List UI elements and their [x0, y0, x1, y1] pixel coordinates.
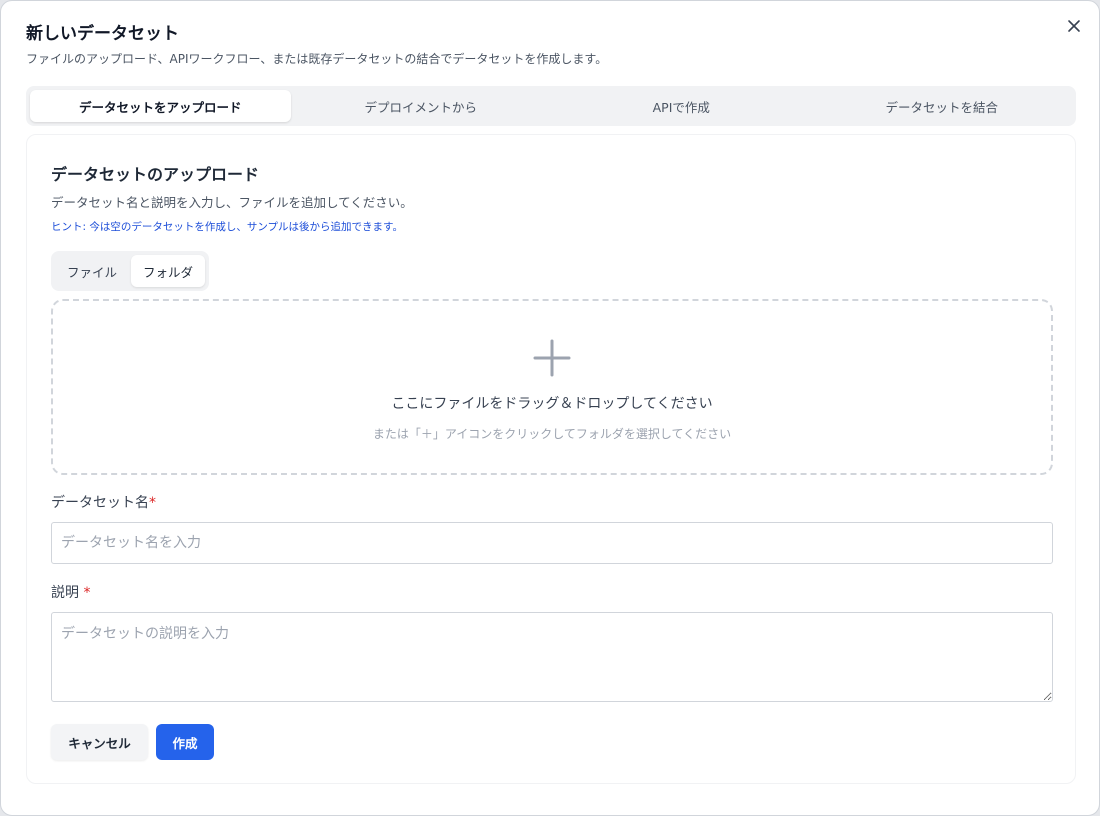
- dialog-title: 新しいデータセット: [26, 24, 179, 44]
- dropzone-sub-text: または「＋」アイコンをクリックしてフォルダを選択してください: [372, 427, 732, 441]
- dialog-subtitle: ファイルのアップロード、APIワークフロー、または既存データセットの結合でデータ…: [26, 52, 608, 66]
- dataset-name-input[interactable]: [51, 522, 1053, 564]
- tab-from-deployment[interactable]: デプロイメントから: [291, 90, 552, 122]
- dialog-header: 新しいデータセット ファイルのアップロード、APIワークフロー、または既存データ…: [26, 23, 1059, 67]
- hint-text: ヒント: 今は空のデータセットを作成し、サンプルは後から追加できます。: [51, 221, 404, 233]
- close-button[interactable]: [1063, 15, 1085, 37]
- required-mark: *: [149, 495, 156, 511]
- dropzone-main-text: ここにファイルをドラッグ＆ドロップしてください: [391, 396, 713, 412]
- mode-folder-option[interactable]: フォルダ: [131, 255, 206, 287]
- create-button[interactable]: 作成: [156, 724, 214, 760]
- tab-bar: データセットをアップロード デプロイメントから APIで作成 データセットを結合: [26, 86, 1076, 126]
- mode-file-option[interactable]: ファイル: [55, 255, 129, 287]
- new-dataset-dialog: 新しいデータセット ファイルのアップロード、APIワークフロー、または既存データ…: [0, 0, 1100, 816]
- file-dropzone[interactable]: ここにファイルをドラッグ＆ドロップしてください または「＋」アイコンをクリックし…: [51, 299, 1053, 475]
- description-textarea[interactable]: [51, 612, 1053, 702]
- tab-create-via-api[interactable]: APIで作成: [551, 90, 812, 122]
- close-icon: [1068, 20, 1080, 32]
- section-title: データセットのアップロード: [51, 165, 260, 184]
- upload-mode-toggle: ファイル フォルダ: [51, 251, 210, 291]
- required-mark: *: [83, 585, 91, 601]
- upload-panel: データセットのアップロード データセット名と説明を入力し、ファイルを追加してくだ…: [26, 134, 1076, 784]
- tab-upload-dataset[interactable]: データセットをアップロード: [30, 90, 291, 122]
- plus-icon[interactable]: [533, 339, 571, 377]
- dataset-name-label-text: データセット名: [51, 495, 149, 511]
- description-label-text: 説明: [51, 585, 79, 601]
- tab-merge-datasets[interactable]: データセットを結合: [812, 90, 1073, 122]
- cancel-button[interactable]: キャンセル: [51, 724, 148, 760]
- description-label: 説明 *: [51, 582, 90, 602]
- section-description: データセット名と説明を入力し、ファイルを追加してください。: [51, 195, 413, 210]
- dataset-name-label: データセット名*: [51, 492, 156, 512]
